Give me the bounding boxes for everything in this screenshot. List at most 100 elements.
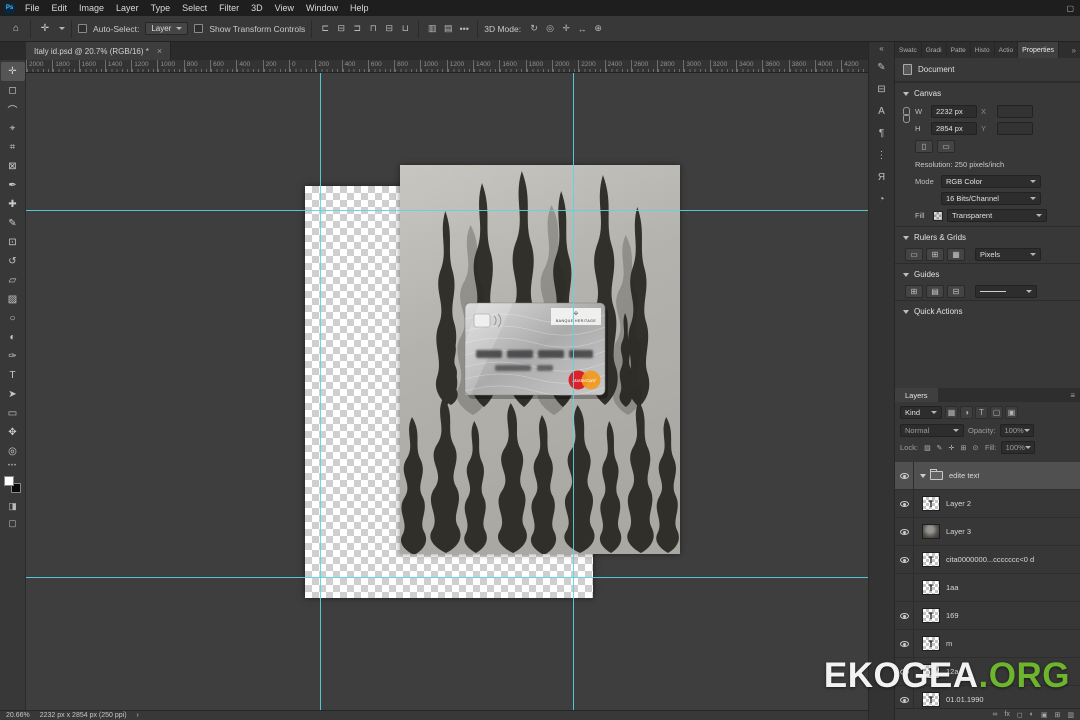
- canvas-area[interactable]: ✣ BANQUE HERITAGE MasterCard: [26, 73, 868, 710]
- menu-item-layer[interactable]: Layer: [110, 0, 145, 16]
- layer-visibility-toggle[interactable]: [895, 462, 914, 489]
- layer-row-layer-3[interactable]: Layer 3: [895, 518, 1080, 546]
- eraser-tool[interactable]: ▱: [1, 271, 25, 290]
- tool-preset-icon[interactable]: ✛: [37, 21, 53, 37]
- zoom-tool[interactable]: ◎: [1, 442, 25, 461]
- pen-tool[interactable]: ✑: [1, 347, 25, 366]
- 3d-roll-icon[interactable]: ◎: [543, 22, 557, 36]
- filter-shape-layers-icon[interactable]: ▢: [990, 406, 1003, 419]
- layer-mask-icon[interactable]: ◻: [1017, 711, 1023, 719]
- blend-mode-select[interactable]: Normal: [900, 424, 964, 437]
- distribute-horizontal-icon[interactable]: ▥: [425, 22, 439, 36]
- panel-tab-gradi[interactable]: Gradi: [922, 42, 947, 58]
- move-tool[interactable]: ✛: [1, 62, 25, 81]
- type-tool[interactable]: T: [1, 366, 25, 385]
- layer-row-169[interactable]: T169: [895, 602, 1080, 630]
- status-chevron-icon[interactable]: ›: [137, 712, 139, 719]
- filter-adjustment-layers-icon[interactable]: ◑: [960, 406, 973, 419]
- screen-mode-icon[interactable]: ▢: [1, 515, 25, 532]
- link-dimensions-icon[interactable]: [903, 107, 910, 123]
- character-panel-icon[interactable]: A: [870, 100, 894, 122]
- units-select[interactable]: Pixels: [975, 248, 1041, 261]
- align-right-icon[interactable]: ⊐: [350, 22, 364, 36]
- color-swatches[interactable]: [4, 476, 21, 493]
- link-layers-icon[interactable]: ∞: [992, 711, 997, 719]
- panel-tab-swatc[interactable]: Swatc: [895, 42, 922, 58]
- layers-tab[interactable]: Layers: [895, 388, 938, 402]
- layer-visibility-toggle[interactable]: [895, 574, 914, 601]
- align-center-horizontal-icon[interactable]: ⊟: [334, 22, 348, 36]
- auto-select-target-select[interactable]: Layer: [145, 22, 188, 35]
- align-middle-icon[interactable]: ⊟: [382, 22, 396, 36]
- 3d-scale-icon[interactable]: ⊕: [591, 22, 605, 36]
- layer-effects-icon[interactable]: fx: [1004, 711, 1009, 719]
- lock-artboard-icon[interactable]: ⊞: [958, 442, 969, 453]
- layer-row-1aa[interactable]: T1aa: [895, 574, 1080, 602]
- path-selection-tool[interactable]: ➤: [1, 385, 25, 404]
- frame-tool[interactable]: ⊠: [1, 157, 25, 176]
- gradient-tool[interactable]: ▨: [1, 290, 25, 309]
- menu-item-3d[interactable]: 3D: [245, 0, 269, 16]
- layer-row-edite-text[interactable]: edite text: [895, 462, 1080, 490]
- align-bottom-icon[interactable]: ⊔: [398, 22, 412, 36]
- layer-visibility-toggle[interactable]: [895, 546, 914, 573]
- window-control-icon[interactable]: ▢: [1066, 4, 1074, 13]
- home-icon[interactable]: ⌂: [8, 21, 24, 37]
- clone-source-panel-icon[interactable]: ⊟: [870, 78, 894, 100]
- snap-to-grid-icon[interactable]: ▦: [947, 248, 965, 261]
- panel-tab-actio[interactable]: Actio: [995, 42, 1018, 58]
- filter-pixel-layers-icon[interactable]: ▦: [945, 406, 958, 419]
- adjustment-layer-icon[interactable]: ◐: [1030, 711, 1034, 719]
- canvas-y-input[interactable]: [997, 122, 1033, 135]
- canvas-x-input[interactable]: [997, 105, 1033, 118]
- collapse-panels-icon[interactable]: «: [879, 42, 883, 56]
- layer-visibility-toggle[interactable]: [895, 518, 914, 545]
- more-options-icon[interactable]: •••: [457, 22, 471, 36]
- menu-item-type[interactable]: Type: [145, 0, 177, 16]
- toggle-grid-icon[interactable]: ⊞: [926, 248, 944, 261]
- paragraph-panel-icon[interactable]: ¶: [870, 122, 894, 144]
- align-left-icon[interactable]: ⊏: [318, 22, 332, 36]
- show-transform-checkbox[interactable]: [194, 24, 203, 33]
- object-selection-tool[interactable]: ⌖: [1, 119, 25, 138]
- toggle-rulers-icon[interactable]: ▭: [905, 248, 923, 261]
- quick-mask-icon[interactable]: ◨: [1, 498, 25, 515]
- brushes-panel-icon[interactable]: ✎: [870, 56, 894, 78]
- canvas-width-input[interactable]: 2232 px: [931, 105, 977, 118]
- rulers-grids-section-header[interactable]: Rulers & Grids: [895, 226, 1080, 246]
- panel-menu-icon[interactable]: ≡: [1065, 388, 1080, 402]
- color-mode-select[interactable]: RGB Color: [941, 175, 1041, 188]
- menu-item-help[interactable]: Help: [344, 0, 375, 16]
- lock-pixels-icon[interactable]: ✎: [934, 442, 945, 453]
- layer-visibility-toggle[interactable]: [895, 630, 914, 657]
- horizontal-guide[interactable]: [26, 210, 868, 211]
- panel-tab-properties[interactable]: Properties: [1018, 42, 1059, 58]
- menu-item-image[interactable]: Image: [73, 0, 110, 16]
- fill-input[interactable]: 100%: [1001, 441, 1035, 454]
- panel-tab-patte[interactable]: Patte: [947, 42, 971, 58]
- vertical-guide[interactable]: [320, 73, 321, 710]
- layer-visibility-toggle[interactable]: [895, 490, 914, 517]
- menu-item-window[interactable]: Window: [300, 0, 344, 16]
- marquee-tool[interactable]: ◻: [1, 81, 25, 100]
- flames-photo-layer[interactable]: ✣ BANQUE HERITAGE MasterCard: [400, 165, 680, 554]
- credit-card-layer[interactable]: ✣ BANQUE HERITAGE MasterCard: [465, 303, 608, 399]
- menu-item-file[interactable]: File: [19, 0, 46, 16]
- history-brush-tool[interactable]: ↺: [1, 252, 25, 271]
- blur-tool[interactable]: ○: [1, 309, 25, 328]
- 3d-slide-icon[interactable]: ↔: [575, 22, 589, 36]
- auto-select-checkbox[interactable]: [78, 24, 87, 33]
- zoom-level[interactable]: 20.66%: [6, 712, 30, 719]
- 3d-rotate-icon[interactable]: ↻: [527, 22, 541, 36]
- canvas-fill-select[interactable]: Transparent: [947, 209, 1047, 222]
- layer-visibility-toggle[interactable]: [895, 602, 914, 629]
- layer-row-m[interactable]: Tm: [895, 630, 1080, 658]
- dodge-tool[interactable]: ◐: [1, 328, 25, 347]
- horizontal-guide[interactable]: [26, 577, 868, 578]
- lasso-tool[interactable]: ⌒: [1, 100, 25, 119]
- new-guide-layout-icon[interactable]: ⊞: [905, 285, 923, 298]
- quick-actions-section-header[interactable]: Quick Actions: [895, 300, 1080, 320]
- eyedropper-tool[interactable]: ✒: [1, 176, 25, 195]
- menu-item-filter[interactable]: Filter: [213, 0, 245, 16]
- orientation-portrait-icon[interactable]: ▯: [915, 140, 933, 153]
